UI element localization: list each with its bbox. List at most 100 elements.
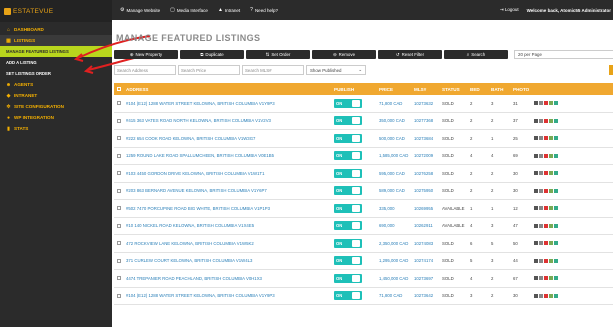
price-cell[interactable]: 1,585,000 CAD [379,153,414,158]
publish-toggle[interactable]: ON [334,116,362,126]
print-icon[interactable] [539,223,543,228]
header-photo[interactable]: PHOTO [513,87,534,92]
search-mls-input[interactable]: Search MLS# [242,65,304,75]
publish-toggle[interactable]: ON [334,98,362,108]
qr-icon[interactable] [534,171,538,176]
print-icon[interactable] [539,276,543,281]
price-cell[interactable]: 595,000 CAD [379,171,414,176]
new-property-button[interactable]: ⊕ New Property [114,50,178,59]
publish-toggle[interactable]: ON [334,186,362,196]
edit-icon[interactable] [549,276,553,281]
pdf-icon[interactable] [544,223,548,228]
pdf-icon[interactable] [544,293,548,298]
header-mls[interactable]: MLS# [414,87,442,92]
qr-icon[interactable] [534,258,538,263]
print-icon[interactable] [539,206,543,211]
view-icon[interactable] [554,241,558,246]
per-page-select[interactable]: 20 per Page⌄ [514,50,613,59]
mls-cell[interactable]: 10274083 [414,241,442,246]
qr-icon[interactable] [534,241,538,246]
print-icon[interactable] [539,171,543,176]
view-icon[interactable] [554,293,558,298]
address-link[interactable]: #222 654 COOK ROAD KELOWNA, BRITISH COLU… [124,136,334,141]
price-cell[interactable]: 350,000 CAD [379,118,414,123]
print-icon[interactable] [539,258,543,263]
edit-icon[interactable] [549,293,553,298]
reset-filter-button[interactable]: ↺ Reset Filter [378,50,442,59]
price-cell[interactable]: 1,450,000 CAD [379,276,414,281]
row-checkbox[interactable] [117,118,121,123]
address-link[interactable]: 1259 ROUND LAKE ROAD SPALLUMCHEEN, BRITI… [124,153,334,158]
search-price-input[interactable]: Search Price [178,65,240,75]
qr-icon[interactable] [534,276,538,281]
sidebar-subitem-add-listing[interactable]: ADD A LISTING [0,57,112,68]
set-order-button[interactable]: ⇅ Set Order [246,50,310,59]
orange-action-button[interactable] [609,65,613,75]
publish-toggle[interactable]: ON [334,238,362,248]
address-link[interactable]: #104 (E12) 1288 WATER STREET KELOWNA, BR… [124,101,334,106]
price-cell[interactable]: 500,000 CAD [379,136,414,141]
publish-toggle[interactable]: ON [334,168,362,178]
address-link[interactable]: #203 863 BERNARD AVENUE KELOWNA, BRITISH… [124,188,334,193]
header-price[interactable]: PRICE [379,87,414,92]
duplicate-button[interactable]: ⧉ Duplicate [180,50,244,59]
mls-cell[interactable]: 10273642 [414,293,442,298]
view-icon[interactable] [554,188,558,193]
edit-icon[interactable] [549,101,553,106]
view-icon[interactable] [554,171,558,176]
view-icon[interactable] [554,136,558,141]
address-link[interactable]: #502 7470 PORCUPINE ROAD BIG WHITE, BRIT… [124,206,334,211]
pdf-icon[interactable] [544,241,548,246]
address-link[interactable]: #415 363 VATES ROAD NORTH KELOWNA, BRITI… [124,118,334,123]
price-cell[interactable]: 335,000 [379,206,414,211]
logout-link[interactable]: ⇥ Logout [500,7,519,13]
address-link[interactable]: #10 140 NICKEL ROAD KELOWNA, BRITISH COL… [124,223,334,228]
publish-toggle[interactable]: ON [334,151,362,161]
edit-icon[interactable] [549,153,553,158]
row-checkbox[interactable] [117,101,121,106]
row-checkbox[interactable] [117,223,121,228]
price-cell[interactable]: 71,800 CAD [379,101,414,106]
address-link[interactable]: 472 ROCKVIEW LANE KELOWNA, BRITISH COLUM… [124,241,334,246]
price-cell[interactable]: 2,350,000 CAD [379,241,414,246]
mls-cell[interactable]: 10269955 [414,206,442,211]
view-icon[interactable] [554,223,558,228]
publish-toggle[interactable]: ON [334,256,362,266]
qr-icon[interactable] [534,118,538,123]
need-help-link[interactable]: ? Need help? [250,7,278,13]
edit-icon[interactable] [549,118,553,123]
edit-icon[interactable] [549,206,553,211]
row-checkbox[interactable] [117,136,121,141]
sidebar-item-stats[interactable]: ▮ STATS [0,123,112,134]
header-bed[interactable]: BED [470,87,491,92]
sidebar-item-listings[interactable]: ▦ LISTINGS [0,35,112,46]
row-checkbox[interactable] [117,241,121,246]
sidebar-item-wp-integration[interactable]: ● WP INTEGRATION [0,112,112,123]
pdf-icon[interactable] [544,188,548,193]
print-icon[interactable] [539,153,543,158]
print-icon[interactable] [539,188,543,193]
row-checkbox[interactable] [117,171,121,176]
price-cell[interactable]: 71,800 CAD [379,293,414,298]
pdf-icon[interactable] [544,258,548,263]
address-link[interactable]: #103 4450 GORDON DRIVE KELOWNA, BRITISH … [124,171,334,176]
publish-toggle[interactable]: ON [334,203,362,213]
view-icon[interactable] [554,258,558,263]
row-checkbox[interactable] [117,276,121,281]
qr-icon[interactable] [534,223,538,228]
sidebar-item-dashboard[interactable]: ⌂ DASHBOARD [0,24,112,35]
publish-toggle[interactable]: ON [334,221,362,231]
publish-toggle[interactable]: ON [334,133,362,143]
pdf-icon[interactable] [544,276,548,281]
publish-toggle[interactable]: ON [334,273,362,283]
qr-icon[interactable] [534,136,538,141]
select-all-checkbox[interactable] [117,87,121,91]
mls-cell[interactable]: 10272009 [414,153,442,158]
pdf-icon[interactable] [544,206,548,211]
show-published-select[interactable]: Show Published ⌄ [306,65,366,75]
qr-icon[interactable] [534,188,538,193]
search-address-input[interactable]: Search Address [114,65,176,75]
view-icon[interactable] [554,276,558,281]
mls-cell[interactable]: 10262911 [414,223,442,228]
qr-icon[interactable] [534,153,538,158]
